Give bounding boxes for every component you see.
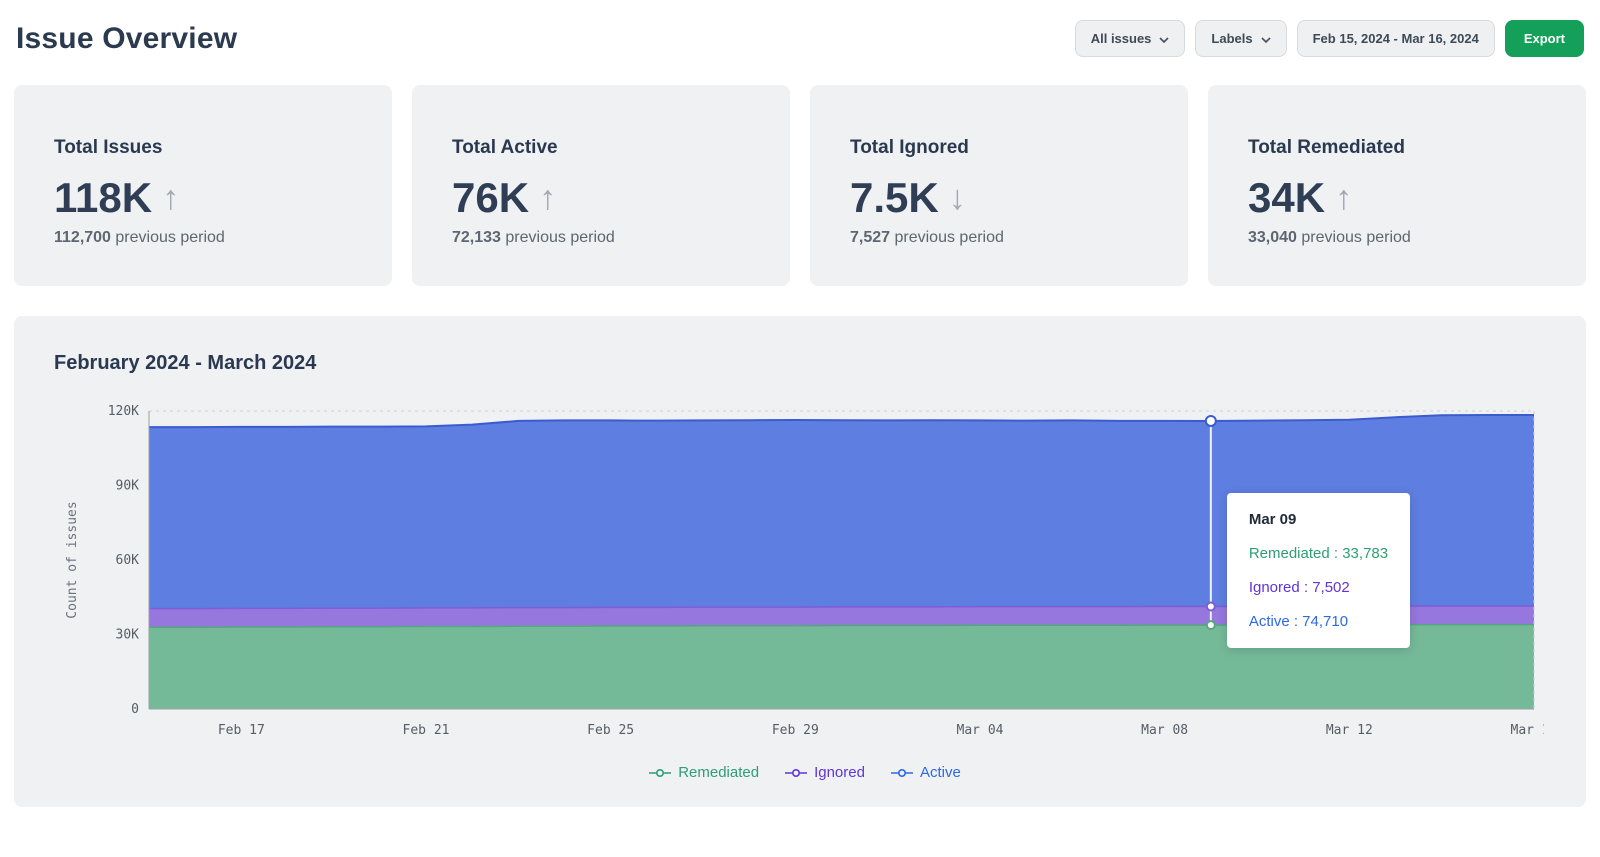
svg-text:Feb 29: Feb 29 xyxy=(772,723,819,738)
stat-cards-row: Total Issues 118K ↑ 112,700 previous per… xyxy=(14,85,1586,286)
issues-filter-dropdown[interactable]: All issues xyxy=(1075,20,1186,57)
stat-card-title: Total Ignored xyxy=(850,137,1148,159)
legend-label: Ignored xyxy=(814,764,865,781)
stat-card-previous: 7,527 previous period xyxy=(850,229,1148,247)
stat-card-value: 76K xyxy=(452,177,529,219)
chevron-down-icon xyxy=(1261,31,1271,46)
legend-item-remediated[interactable]: Remediated xyxy=(649,764,759,781)
issues-filter-label: All issues xyxy=(1091,31,1152,46)
svg-text:90K: 90K xyxy=(116,479,140,494)
legend-label: Active xyxy=(920,764,961,781)
stat-card-title: Total Remediated xyxy=(1248,137,1546,159)
header-controls: All issues Labels Feb 15, 2024 - Mar 16,… xyxy=(1075,20,1584,57)
trend-up-arrow-icon: ↑ xyxy=(162,181,179,215)
legend-item-ignored[interactable]: Ignored xyxy=(785,764,865,781)
date-range-label: Feb 15, 2024 - Mar 16, 2024 xyxy=(1313,31,1479,46)
stat-card-previous: 72,133 previous period xyxy=(452,229,750,247)
legend-marker-icon xyxy=(891,768,913,778)
labels-filter-dropdown[interactable]: Labels xyxy=(1195,20,1286,57)
svg-text:Feb 21: Feb 21 xyxy=(403,723,450,738)
legend-marker-icon xyxy=(649,768,671,778)
export-button[interactable]: Export xyxy=(1505,20,1584,57)
tooltip-row: Ignored : 7,502 xyxy=(1249,579,1388,596)
svg-text:Mar 08: Mar 08 xyxy=(1141,723,1188,738)
chart-legend: Remediated Ignored Active xyxy=(54,764,1556,781)
svg-text:60K: 60K xyxy=(116,553,140,568)
stat-card-total-issues: Total Issues 118K ↑ 112,700 previous per… xyxy=(14,85,392,286)
legend-label: Remediated xyxy=(678,764,759,781)
svg-text:0: 0 xyxy=(131,702,139,717)
svg-text:Feb 25: Feb 25 xyxy=(587,723,634,738)
stat-card-value: 7.5K xyxy=(850,177,939,219)
issue-overview-page: Issue Overview All issues Labels Feb 15,… xyxy=(0,0,1600,823)
svg-text:120K: 120K xyxy=(108,404,139,419)
chevron-down-icon xyxy=(1159,31,1169,46)
stat-card-total-active: Total Active 76K ↑ 72,133 previous perio… xyxy=(412,85,790,286)
trend-up-arrow-icon: ↑ xyxy=(1335,181,1352,215)
chart-tooltip: Mar 09 Remediated : 33,783 Ignored : 7,50… xyxy=(1227,493,1410,648)
legend-marker-icon xyxy=(785,768,807,778)
previous-value: 72,133 xyxy=(452,229,501,246)
trend-down-arrow-icon: ↓ xyxy=(949,181,966,215)
tooltip-row: Active : 74,710 xyxy=(1249,613,1388,630)
tooltip-row: Remediated : 33,783 xyxy=(1249,545,1388,562)
previous-label: previous period xyxy=(895,229,1004,246)
stat-card-total-ignored: Total Ignored 7.5K ↓ 7,527 previous peri… xyxy=(810,85,1188,286)
trend-up-arrow-icon: ↑ xyxy=(539,181,556,215)
stat-card-total-remediated: Total Remediated 34K ↑ 33,040 previous p… xyxy=(1208,85,1586,286)
issues-trend-chart[interactable]: 0 30K 60K 90K 120K Feb 17 Feb 21 Feb 25 Feb 29 Ma… xyxy=(54,397,1556,754)
chart-card: February 2024 - March 2024 0 30K 60K 90K 120… xyxy=(14,316,1586,807)
date-range-picker[interactable]: Feb 15, 2024 - Mar 16, 2024 xyxy=(1297,20,1495,57)
stat-card-previous: 33,040 previous period xyxy=(1248,229,1546,247)
stat-card-value: 34K xyxy=(1248,177,1325,219)
legend-item-active[interactable]: Active xyxy=(891,764,961,781)
labels-filter-label: Labels xyxy=(1211,31,1252,46)
stat-card-value: 118K xyxy=(54,177,152,219)
previous-value: 112,700 xyxy=(54,229,111,246)
tooltip-rows: Remediated : 33,783 Ignored : 7,502 Active… xyxy=(1249,545,1388,630)
tooltip-date: Mar 09 xyxy=(1249,511,1388,528)
stat-card-previous: 112,700 previous period xyxy=(54,229,352,247)
svg-text:Mar 04: Mar 04 xyxy=(957,723,1004,738)
chart-title: February 2024 - March 2024 xyxy=(54,352,1556,375)
previous-label: previous period xyxy=(505,229,614,246)
previous-label: previous period xyxy=(115,229,224,246)
page-title: Issue Overview xyxy=(16,22,237,56)
svg-text:Feb 17: Feb 17 xyxy=(218,723,265,738)
stat-card-title: Total Issues xyxy=(54,137,352,159)
previous-label: previous period xyxy=(1301,229,1410,246)
stat-card-title: Total Active xyxy=(452,137,750,159)
svg-text:Mar 12: Mar 12 xyxy=(1326,723,1373,738)
svg-text:Mar 16: Mar 16 xyxy=(1511,723,1544,738)
svg-text:30K: 30K xyxy=(116,628,140,643)
svg-text:Count of issues: Count of issues xyxy=(65,501,80,618)
previous-value: 7,527 xyxy=(850,229,890,246)
previous-value: 33,040 xyxy=(1248,229,1297,246)
topbar: Issue Overview All issues Labels Feb 15,… xyxy=(14,16,1586,57)
